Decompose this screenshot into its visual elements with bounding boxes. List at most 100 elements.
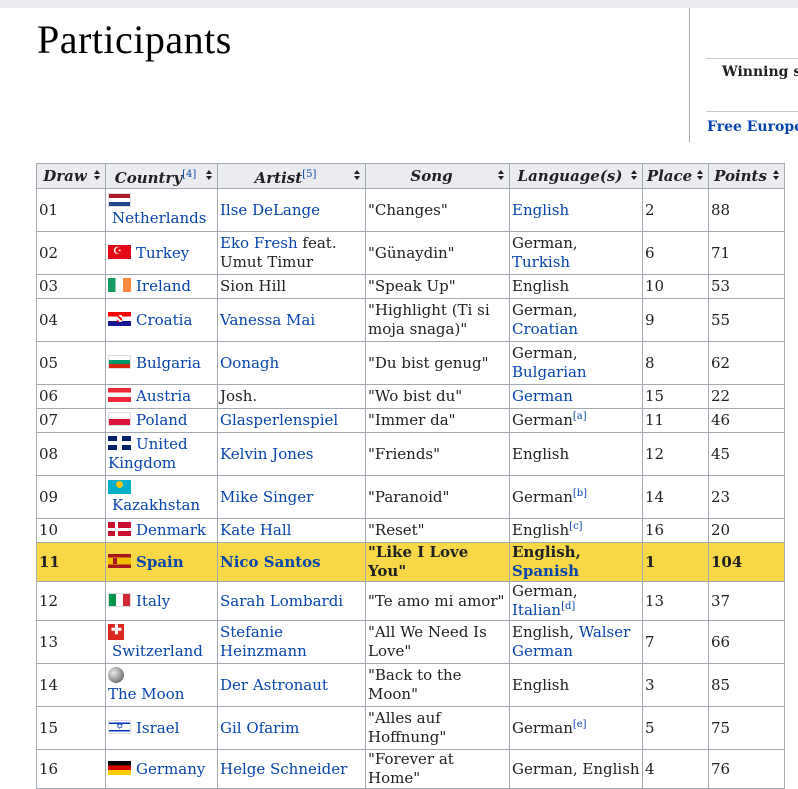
column-header-artist[interactable]: Artist[5] [217, 163, 366, 189]
language-text: English [512, 277, 570, 295]
cell-draw: 05 [36, 341, 106, 385]
cell-draw: 03 [36, 274, 106, 299]
cell-artist: Stefanie Heinzmann [217, 620, 366, 664]
cell-draw: 07 [36, 408, 106, 433]
artist-link[interactable]: Kelvin Jones [220, 445, 313, 463]
country-link[interactable]: Denmark [136, 521, 206, 539]
column-header-label: Artist[5] [255, 169, 329, 187]
artist-link[interactable]: Gil Ofarim [220, 719, 299, 737]
language-link[interactable]: German [512, 387, 573, 405]
place-value: 11 [645, 411, 665, 429]
song-title: "Immer da" [368, 411, 456, 429]
column-header-text: Country [114, 168, 183, 187]
table-header-row: Draw Country[4] Artist[5] Song Language(… [36, 163, 785, 189]
table-row: 08 United Kingdom Kelvin Jones "Friends" Eng… [36, 432, 785, 476]
song-title: "Speak Up" [368, 277, 456, 295]
artist-link[interactable]: Stefanie Heinzmann [220, 623, 307, 660]
coat-of-arms-icon [117, 314, 122, 322]
language-link[interactable]: Turkish [512, 253, 570, 271]
draw-number: 16 [39, 759, 59, 778]
flag-pl-icon [108, 412, 131, 426]
sort-icon[interactable] [631, 169, 637, 181]
cell-place: 12 [642, 432, 709, 476]
table-row: 01 Netherlands Ilse DeLange "Changes" Englis… [36, 188, 785, 232]
country-link[interactable]: Netherlands [108, 209, 206, 227]
column-header-language[interactable]: Language(s) [509, 163, 643, 189]
country-link[interactable]: Germany [136, 760, 205, 778]
country-link[interactable]: Italy [136, 592, 170, 610]
cell-country: Croatia [105, 298, 218, 342]
cell-artist: Oonagh [217, 341, 366, 385]
infobox-free-european-link[interactable]: Free Europea [707, 119, 798, 135]
cell-place: 16 [642, 518, 709, 543]
country-link[interactable]: Turkey [136, 244, 189, 262]
artist-link[interactable]: Helge Schneider [220, 760, 347, 778]
points-value: 46 [711, 411, 731, 429]
language-link[interactable]: Spanish [512, 562, 579, 580]
cell-place: 2 [642, 188, 709, 232]
cell-song: "Immer da" [365, 408, 510, 433]
sort-icon[interactable] [94, 169, 100, 181]
reference-link[interactable]: [5] [302, 169, 316, 180]
country-link[interactable]: Austria [136, 387, 191, 405]
column-header-draw[interactable]: Draw [36, 163, 106, 189]
table-row: 07 Poland Glasperlenspiel "Immer da" German[… [36, 408, 785, 433]
cell-draw: 16 [36, 749, 106, 789]
cell-draw: 02 [36, 231, 106, 275]
footnote-link[interactable]: [c] [569, 521, 582, 532]
cell-artist: Mike Singer [217, 475, 366, 519]
artist-link[interactable]: Eko Fresh [220, 234, 298, 252]
points-value: 85 [711, 675, 731, 694]
artist-link[interactable]: Ilse DeLange [220, 201, 320, 219]
artist-link[interactable]: Der Astronaut [220, 676, 328, 694]
column-header-song[interactable]: Song [365, 163, 510, 189]
country-link[interactable]: Israel [136, 719, 179, 737]
cell-points: 75 [708, 706, 785, 750]
cell-song: "Friends" [365, 432, 510, 476]
artist-link[interactable]: Vanessa Mai [220, 311, 315, 329]
artist-link[interactable]: Oonagh [220, 354, 279, 372]
sort-icon[interactable] [354, 169, 360, 181]
sort-icon[interactable] [697, 169, 703, 181]
language-link[interactable]: English [512, 201, 569, 219]
column-header-place[interactable]: Place [642, 163, 709, 189]
table-body: 01 Netherlands Ilse DeLange "Changes" Englis… [36, 188, 785, 789]
sort-icon[interactable] [498, 169, 504, 181]
language-link[interactable]: Bulgarian [512, 363, 587, 381]
cell-song: "Te amo mi amor" [365, 581, 510, 621]
footnote-link[interactable]: [b] [573, 488, 587, 499]
cell-points: 45 [708, 432, 785, 476]
country-link[interactable]: Bulgaria [136, 354, 201, 372]
cell-artist: Glasperlenspiel [217, 408, 366, 433]
footnote-link[interactable]: [a] [573, 411, 587, 422]
artist-link[interactable]: Nico Santos [220, 553, 321, 571]
footnote-link[interactable]: [d] [561, 601, 575, 612]
language-text: English [512, 444, 570, 463]
cell-place: 10 [642, 274, 709, 299]
place-value: 1 [645, 552, 656, 571]
column-header-points[interactable]: Points [708, 163, 785, 189]
artist-link[interactable]: Glasperlenspiel [220, 411, 338, 429]
country-link[interactable]: Ireland [136, 277, 191, 295]
country-link[interactable]: Croatia [136, 311, 192, 329]
cell-song: "Back to the Moon" [365, 663, 510, 707]
language-text: English, [512, 543, 581, 561]
artist-link[interactable]: Mike Singer [220, 488, 313, 506]
artist-link[interactable]: Sarah Lombardi [220, 592, 343, 610]
country-link[interactable]: Spain [136, 553, 184, 571]
sort-icon[interactable] [773, 169, 779, 181]
country-link[interactable]: Switzerland [108, 642, 203, 660]
language-link[interactable]: Croatian [512, 320, 578, 338]
country-link[interactable]: Poland [136, 411, 188, 429]
column-header-country[interactable]: Country[4] [105, 163, 218, 189]
reference-link[interactable]: [4] [182, 169, 196, 180]
sort-icon[interactable] [206, 169, 212, 181]
artist-link[interactable]: Kate Hall [220, 521, 291, 539]
cell-place: 15 [642, 384, 709, 409]
footnote-link[interactable]: [e] [573, 719, 587, 730]
language-link[interactable]: Italian [512, 601, 561, 619]
cell-draw: 12 [36, 581, 106, 621]
cell-points: 46 [708, 408, 785, 433]
country-link[interactable]: The Moon [108, 685, 184, 703]
country-link[interactable]: Kazakhstan [108, 496, 200, 514]
